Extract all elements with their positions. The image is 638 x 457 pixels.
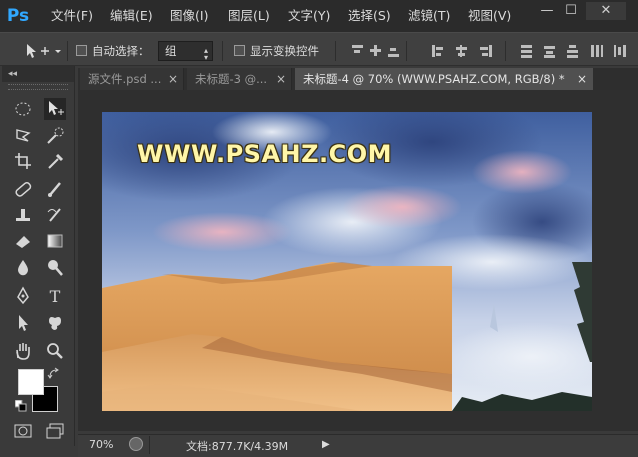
toolbox-grip[interactable] bbox=[8, 84, 68, 90]
distribute-bottom-icon[interactable] bbox=[566, 44, 579, 58]
tab-label: 未标题-4 @ 70% (WWW.PSAHZ.COM, RGB/8) * bbox=[303, 72, 565, 86]
toolbox-collapse[interactable]: ◂◂ bbox=[2, 66, 74, 82]
align-horizontal-center-icon[interactable] bbox=[455, 44, 468, 58]
divider bbox=[335, 41, 336, 61]
zoom-tool-icon[interactable] bbox=[44, 340, 66, 362]
chevron-down-icon: ▾ bbox=[203, 53, 208, 62]
history-brush-tool-icon[interactable] bbox=[44, 204, 66, 226]
menu-filter[interactable]: 滤镜(T) bbox=[408, 8, 450, 24]
menu-edit[interactable]: 编辑(E) bbox=[110, 8, 153, 24]
move-tool-icon[interactable] bbox=[44, 98, 66, 120]
distribute-horizontal-center-icon[interactable] bbox=[613, 44, 626, 58]
distribute-top-icon[interactable] bbox=[520, 44, 533, 58]
auto-select-checkbox[interactable] bbox=[76, 45, 87, 56]
quick-selection-tool-icon[interactable] bbox=[44, 125, 66, 147]
tab-untitled-4[interactable]: 未标题-4 @ 70% (WWW.PSAHZ.COM, RGB/8) * × bbox=[295, 68, 593, 90]
menu-select[interactable]: 选择(S) bbox=[348, 8, 391, 24]
tab-source-file[interactable]: 源文件.psd ... × bbox=[80, 68, 184, 90]
swap-colors-icon[interactable] bbox=[47, 367, 61, 381]
photoshop-logo: Ps bbox=[6, 6, 30, 26]
menu-view[interactable]: 视图(V) bbox=[468, 8, 511, 24]
status-bar bbox=[78, 434, 638, 457]
maximize-button[interactable]: ☐ bbox=[560, 2, 582, 20]
close-icon[interactable]: × bbox=[577, 68, 587, 90]
auto-select-label: 自动选择： bbox=[92, 44, 150, 58]
close-icon[interactable]: × bbox=[168, 68, 178, 90]
close-button[interactable]: ✕ bbox=[586, 2, 626, 20]
align-top-icon[interactable] bbox=[351, 44, 364, 58]
zoom-level[interactable]: 70% bbox=[89, 438, 113, 451]
chevron-down-icon bbox=[55, 50, 61, 53]
divider bbox=[505, 41, 506, 61]
quick-mask-icon[interactable] bbox=[12, 420, 34, 442]
crop-tool-icon[interactable] bbox=[12, 150, 34, 172]
close-icon[interactable]: × bbox=[276, 68, 286, 90]
divider bbox=[67, 41, 68, 61]
screen-mode-icon[interactable] bbox=[44, 420, 66, 442]
status-info-icon[interactable] bbox=[129, 437, 143, 451]
default-colors-icon[interactable] bbox=[14, 399, 27, 412]
align-right-icon[interactable] bbox=[479, 44, 492, 58]
show-transform-checkbox[interactable] bbox=[234, 45, 245, 56]
move-tool-preset[interactable] bbox=[24, 42, 64, 60]
status-menu-arrow-icon[interactable]: ▶ bbox=[322, 439, 330, 450]
tab-label: 源文件.psd ... bbox=[88, 72, 162, 86]
blur-tool-icon[interactable] bbox=[12, 257, 34, 279]
show-transform-label: 显示变换控件 bbox=[250, 44, 319, 58]
clone-stamp-tool-icon[interactable] bbox=[12, 204, 34, 226]
brush-tool-icon[interactable] bbox=[44, 178, 66, 200]
divider bbox=[149, 436, 150, 454]
menu-image[interactable]: 图像(I) bbox=[170, 8, 208, 24]
lasso-tool-icon[interactable] bbox=[12, 125, 34, 147]
document-canvas[interactable]: WWW.PSAHZ.COM bbox=[102, 112, 592, 411]
align-bottom-icon[interactable] bbox=[387, 44, 400, 58]
tab-untitled-3[interactable]: 未标题-3 @... × bbox=[187, 68, 292, 90]
custom-shape-tool-icon[interactable] bbox=[44, 312, 66, 334]
healing-brush-tool-icon[interactable] bbox=[12, 178, 34, 200]
foreground-color-swatch[interactable] bbox=[18, 369, 44, 395]
auto-select-value: 组 bbox=[165, 44, 177, 58]
menu-layer[interactable]: 图层(L) bbox=[228, 8, 270, 24]
eyedropper-tool-icon[interactable] bbox=[44, 150, 66, 172]
type-tool-icon[interactable]: T bbox=[44, 285, 66, 307]
divider bbox=[406, 41, 407, 61]
auto-select-dropdown[interactable]: 组 ▴ ▾ bbox=[158, 41, 213, 62]
minimize-button[interactable]: — bbox=[536, 2, 558, 20]
document-size-info: 文档:877.7K/4.39M bbox=[186, 440, 289, 453]
watermark-text: WWW.PSAHZ.COM bbox=[137, 140, 393, 168]
align-left-icon[interactable] bbox=[431, 44, 444, 58]
align-vertical-center-icon[interactable] bbox=[369, 44, 382, 58]
svg-text:T: T bbox=[50, 287, 61, 306]
gradient-tool-icon[interactable] bbox=[44, 230, 66, 252]
eraser-tool-icon[interactable] bbox=[12, 230, 34, 252]
hand-tool-icon[interactable] bbox=[12, 340, 34, 362]
divider bbox=[222, 41, 223, 61]
dodge-tool-icon[interactable] bbox=[44, 257, 66, 279]
tab-label: 未标题-3 @... bbox=[195, 72, 268, 86]
marquee-tool-icon[interactable] bbox=[12, 98, 34, 120]
move-tool-icon bbox=[27, 44, 61, 58]
menu-file[interactable]: 文件(F) bbox=[51, 8, 93, 24]
path-selection-tool-icon[interactable] bbox=[12, 312, 34, 334]
distribute-left-icon[interactable] bbox=[590, 44, 603, 58]
pen-tool-icon[interactable] bbox=[12, 285, 34, 307]
menu-type[interactable]: 文字(Y) bbox=[288, 8, 330, 24]
distribute-vertical-center-icon[interactable] bbox=[543, 44, 556, 58]
